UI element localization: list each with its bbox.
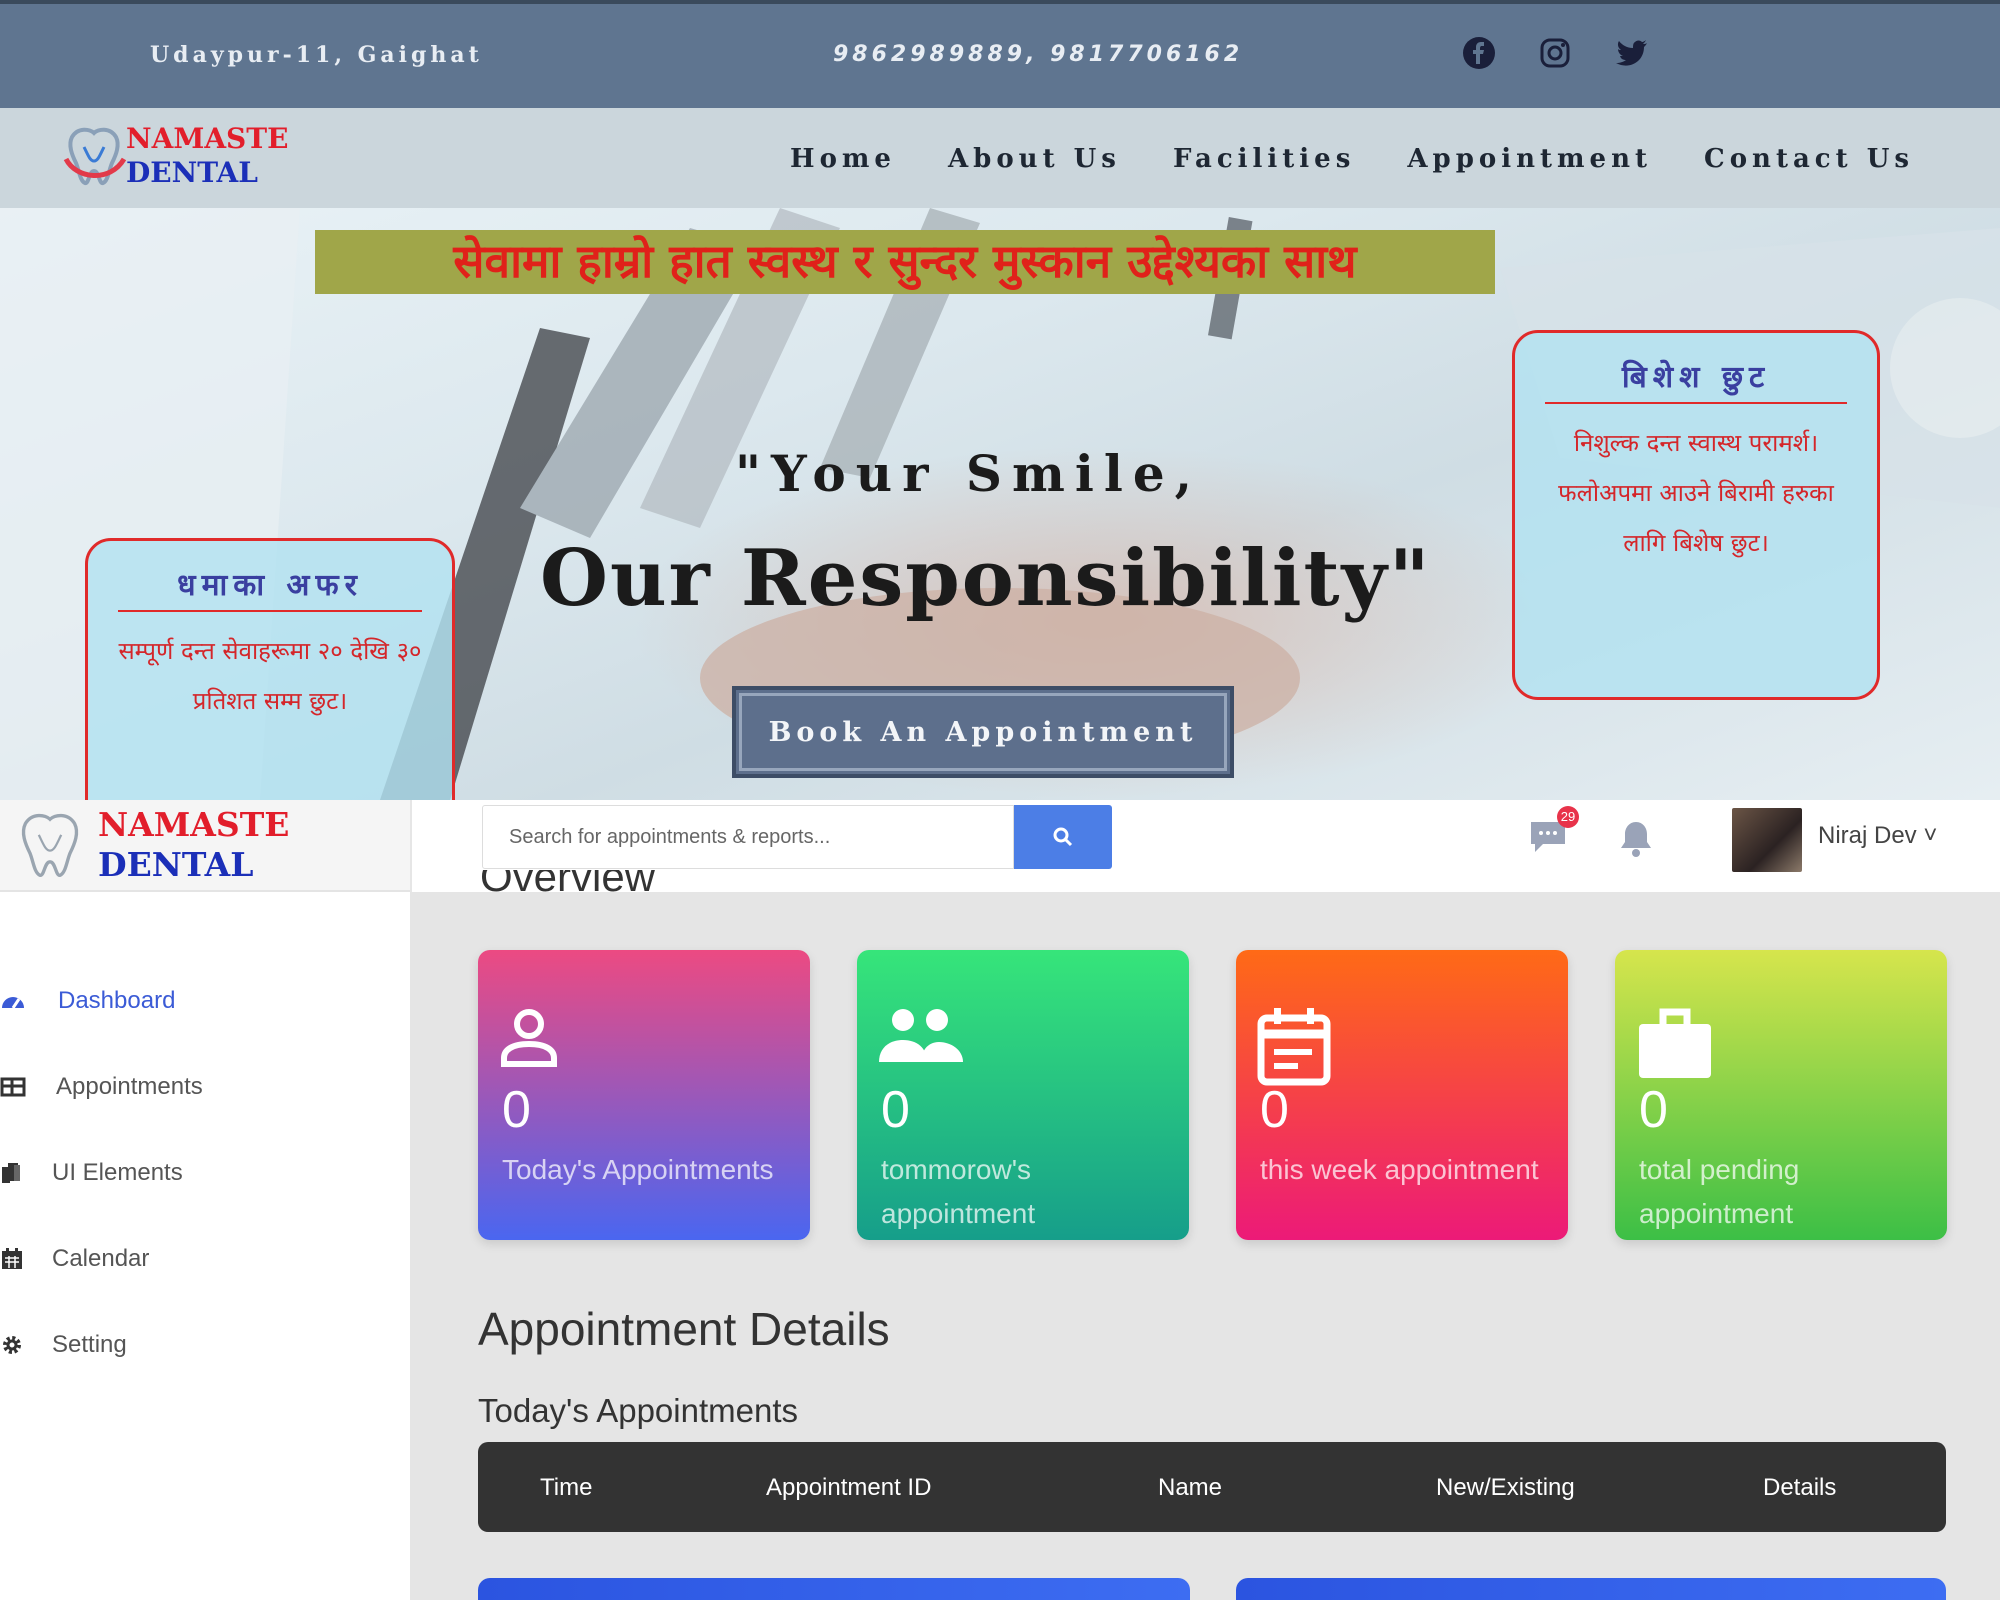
offer-box-right: बिशेश छुट निशुल्क दन्त स्वास्थ परामर्श। …: [1512, 330, 1880, 700]
offer-right-body: निशुल्क दन्त स्वास्थ परामर्श। फलोअपमा आउ…: [1558, 429, 1834, 557]
dashboard-logo-text: NAMASTE DENTAL: [98, 805, 289, 885]
gear-icon: [0, 1333, 34, 1357]
site-navbar: NAMASTE DENTAL Home About Us Facilities …: [0, 108, 2000, 208]
offer-right-title: बिशेश छुट: [1545, 355, 1847, 404]
hero-quote-line-1: "Your Smile,: [735, 444, 1203, 503]
sidebar-menu: Dashboard Appointments UI Elements Calen…: [0, 958, 203, 1388]
logo-line-2: DENTAL: [98, 845, 254, 884]
dashboard-screenshot: NAMASTE DENTAL Dashboard Appointments UI…: [0, 800, 2000, 1600]
stat-card-week[interactable]: 0 this week appointment: [1236, 950, 1568, 1240]
stat-card-today[interactable]: 0 Today's Appointments: [478, 950, 810, 1240]
bottom-card-left: [478, 1578, 1190, 1600]
appointments-table-header: Time Appointment ID Name New/Existing De…: [478, 1442, 1946, 1532]
sidebar: NAMASTE DENTAL Dashboard Appointments UI…: [0, 800, 410, 1600]
user-icon: [498, 1006, 560, 1075]
messages-button[interactable]: 29: [1527, 806, 1579, 863]
offer-left-body: सम्पूर्ण दन्त सेवाहरूमा २० देखि ३० प्रति…: [118, 637, 422, 715]
nav-facilities[interactable]: Facilities: [1173, 144, 1355, 174]
website-screenshot: Udaypur-11, Gaighat 9862989889, 98177061…: [0, 0, 2000, 800]
stat-card-pending[interactable]: 0 total pending appointment: [1615, 950, 1947, 1240]
stat-label: tommorow's appointment: [881, 1154, 1036, 1229]
bell-icon: [1621, 822, 1651, 857]
phone-text: 9862989889, 9817706162: [833, 42, 1244, 67]
sidebar-item-label: UI Elements: [52, 1159, 183, 1186]
calendar-icon: [0, 1247, 34, 1271]
column-header-appointment-id: Appointment ID: [766, 1474, 932, 1501]
todays-appointments-heading: Today's Appointments: [478, 1392, 798, 1429]
nav-about-us[interactable]: About Us: [948, 144, 1121, 174]
dashboard-icon: [0, 990, 34, 1012]
sidebar-item-dashboard[interactable]: Dashboard: [0, 958, 203, 1044]
stat-label: Today's Appointments: [502, 1154, 774, 1185]
briefcase-icon: [1635, 1006, 1715, 1085]
facebook-icon[interactable]: [1460, 34, 1498, 72]
sidebar-item-label: Setting: [52, 1331, 127, 1358]
users-icon: [877, 1006, 965, 1071]
messages-badge: 29: [1557, 806, 1579, 828]
social-links: [1460, 34, 1650, 72]
nav-home[interactable]: Home: [790, 144, 896, 174]
search-button[interactable]: [1014, 805, 1112, 869]
files-icon: [0, 1161, 34, 1185]
user-menu-toggle[interactable]: Niraj Dev ˅: [1818, 822, 1937, 850]
calendar-icon: [1256, 1006, 1332, 1091]
sidebar-item-calendar[interactable]: Calendar: [0, 1216, 203, 1302]
column-header-new-existing: New/Existing: [1436, 1474, 1575, 1501]
nav-appointment[interactable]: Appointment: [1407, 144, 1652, 174]
tooth-logo-icon: [63, 127, 126, 185]
sidebar-item-label: Calendar: [52, 1245, 150, 1272]
sidebar-item-appointments[interactable]: Appointments: [0, 1044, 203, 1130]
nav-contact-us[interactable]: Contact Us: [1704, 144, 1914, 174]
stat-label: this week appointment: [1260, 1154, 1539, 1185]
table-icon: [0, 1076, 34, 1098]
notifications-button[interactable]: [1617, 818, 1655, 863]
hero-banner-nepali: सेवामा हाम्रो हात स्वस्थ र सुन्दर मुस्का…: [315, 230, 1495, 294]
sidebar-item-label: Appointments: [56, 1073, 203, 1100]
address-text: Udaypur-11, Gaighat: [150, 42, 483, 68]
hero-quote-line-2: Our Responsibility": [540, 533, 1432, 624]
dashboard-logo[interactable]: NAMASTE DENTAL: [0, 800, 410, 892]
logo-line-1: NAMASTE: [98, 805, 290, 844]
main-nav: Home About Us Facilities Appointment Con…: [790, 144, 1914, 174]
top-info-bar: Udaypur-11, Gaighat 9862989889, 98177061…: [0, 0, 2000, 108]
column-header-time: Time: [540, 1474, 593, 1501]
logo-line-2: DENTAL: [126, 156, 258, 189]
column-header-name: Name: [1158, 1474, 1223, 1501]
stat-value: 0: [1639, 1081, 1668, 1139]
site-logo[interactable]: NAMASTE DENTAL: [62, 122, 288, 190]
site-logo-text: NAMASTE DENTAL: [126, 122, 288, 190]
offer-left-title: धमाका अफर: [118, 563, 422, 612]
avatar[interactable]: [1732, 808, 1802, 872]
stat-value: 0: [502, 1081, 531, 1139]
offer-box-left: धमाका अफर सम्पूर्ण दन्त सेवाहरूमा २० देख…: [85, 538, 455, 800]
overview-heading: Overview: [480, 870, 656, 898]
sidebar-item-label: Dashboard: [58, 987, 176, 1014]
appointment-details-heading: Appointment Details: [478, 1303, 890, 1355]
stat-card-tomorrow[interactable]: 0 tommorow's appointment: [857, 950, 1189, 1240]
column-header-details: Details: [1763, 1474, 1837, 1501]
search-icon: [1053, 827, 1073, 847]
hero-section: सेवामा हाम्रो हात स्वस्थ र सुन्दर मुस्का…: [0, 208, 2000, 800]
tooth-logo-icon: [21, 813, 79, 877]
book-appointment-button[interactable]: Book An Appointment: [732, 686, 1234, 778]
instagram-icon[interactable]: [1536, 34, 1574, 72]
logo-line-1: NAMASTE: [126, 122, 289, 155]
sidebar-item-setting[interactable]: Setting: [0, 1302, 203, 1388]
stat-label: total pending appointment: [1639, 1154, 1800, 1229]
bottom-card-right: [1236, 1578, 1946, 1600]
search-input[interactable]: [482, 805, 1014, 869]
stat-value: 0: [881, 1081, 910, 1139]
sidebar-item-ui-elements[interactable]: UI Elements: [0, 1130, 203, 1216]
twitter-icon[interactable]: [1612, 34, 1650, 72]
stat-value: 0: [1260, 1081, 1289, 1139]
